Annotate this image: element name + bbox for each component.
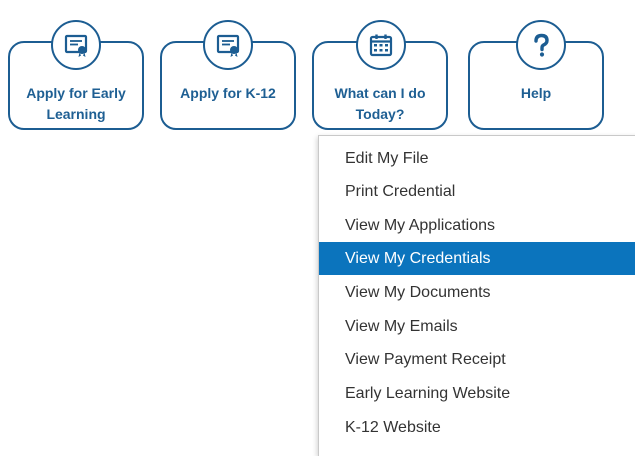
menu-item-print-credential[interactable]: Print Credential [319, 175, 635, 208]
certificate-icon [203, 20, 253, 70]
menu-item-view-my-documents[interactable]: View My Documents [319, 276, 635, 309]
apply-k12-label: Apply for K-12 [180, 85, 276, 101]
certificate-icon [51, 20, 101, 70]
question-icon [516, 20, 566, 70]
menu-item-view-payment-receipt[interactable]: View Payment Receipt [319, 343, 635, 376]
what-can-i-do-today-label: What can I do Today? [334, 85, 426, 122]
what-can-i-do-dropdown: Edit My File Print Credential View My Ap… [318, 135, 635, 456]
calendar-icon [356, 20, 406, 70]
menu-item-early-learning-website[interactable]: Early Learning Website [319, 377, 635, 410]
apply-early-learning-label: Apply for Early Learning [26, 85, 126, 122]
menu-item-edit-my-file[interactable]: Edit My File [319, 142, 635, 175]
menu-item-view-my-credentials[interactable]: View My Credentials [319, 242, 635, 275]
menu-item-k12-website[interactable]: K-12 Website [319, 411, 635, 444]
menu-item-view-my-applications[interactable]: View My Applications [319, 209, 635, 242]
help-label: Help [520, 85, 552, 101]
menu-item-view-my-emails[interactable]: View My Emails [319, 310, 635, 343]
